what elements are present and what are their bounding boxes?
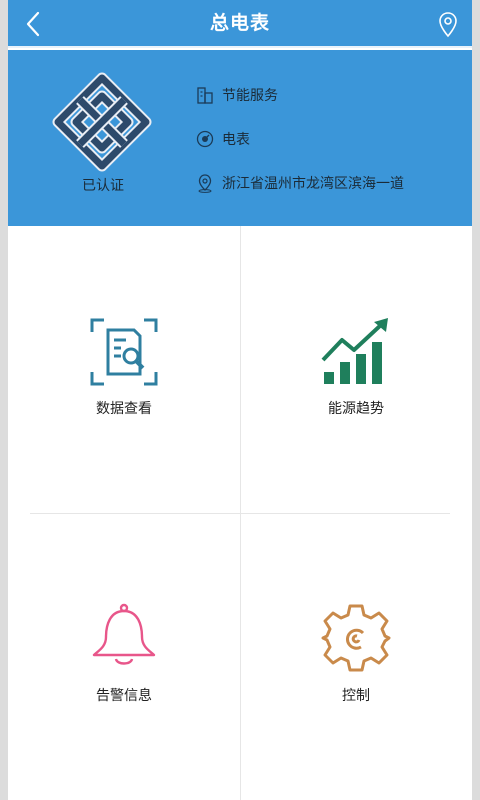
energy-trend-label: 能源趋势 — [328, 401, 384, 417]
device-info-panel: 已认证 节能服务 电表 浙江省温州市龙湾区滨海一道 — [8, 50, 472, 226]
address-text: 浙江省温州市龙湾区滨海一道 — [222, 176, 404, 192]
data-view-label: 数据查看 — [96, 401, 152, 417]
page-title: 总电表 — [209, 12, 270, 34]
address-pin-icon — [198, 174, 212, 193]
top-bar: 总电表 — [8, 0, 472, 48]
app-frame: 总电表 已认证 节能服务 电表 浙江省温州市龙湾区滨海一道 数据查看 能源趋势 … — [8, 0, 472, 800]
building-icon — [197, 87, 213, 104]
alarm-info-label: 告警信息 — [96, 688, 152, 704]
alarm-info-tile[interactable]: 告警信息 — [8, 513, 240, 800]
trend-chart-icon — [321, 318, 388, 384]
bell-icon — [92, 603, 156, 665]
data-view-icon — [90, 318, 158, 386]
service-text: 节能服务 — [222, 88, 278, 104]
location-button[interactable] — [438, 11, 458, 39]
control-tile[interactable]: 控制 — [240, 513, 472, 800]
data-view-tile[interactable]: 数据查看 — [8, 226, 240, 513]
meter-icon — [196, 130, 214, 148]
knot-logo-icon — [52, 72, 152, 172]
energy-trend-tile[interactable]: 能源趋势 — [240, 226, 472, 513]
meter-row: 电表 — [196, 128, 250, 150]
control-label: 控制 — [342, 688, 370, 704]
address-row: 浙江省温州市龙湾区滨海一道 — [196, 172, 404, 194]
service-row: 节能服务 — [196, 84, 278, 106]
location-pin-icon — [439, 12, 457, 38]
function-grid: 数据查看 能源趋势 告警信息 控制 — [8, 226, 472, 800]
meter-text: 电表 — [222, 132, 250, 148]
gear-icon — [321, 604, 391, 672]
certified-label: 已认证 — [82, 178, 124, 194]
